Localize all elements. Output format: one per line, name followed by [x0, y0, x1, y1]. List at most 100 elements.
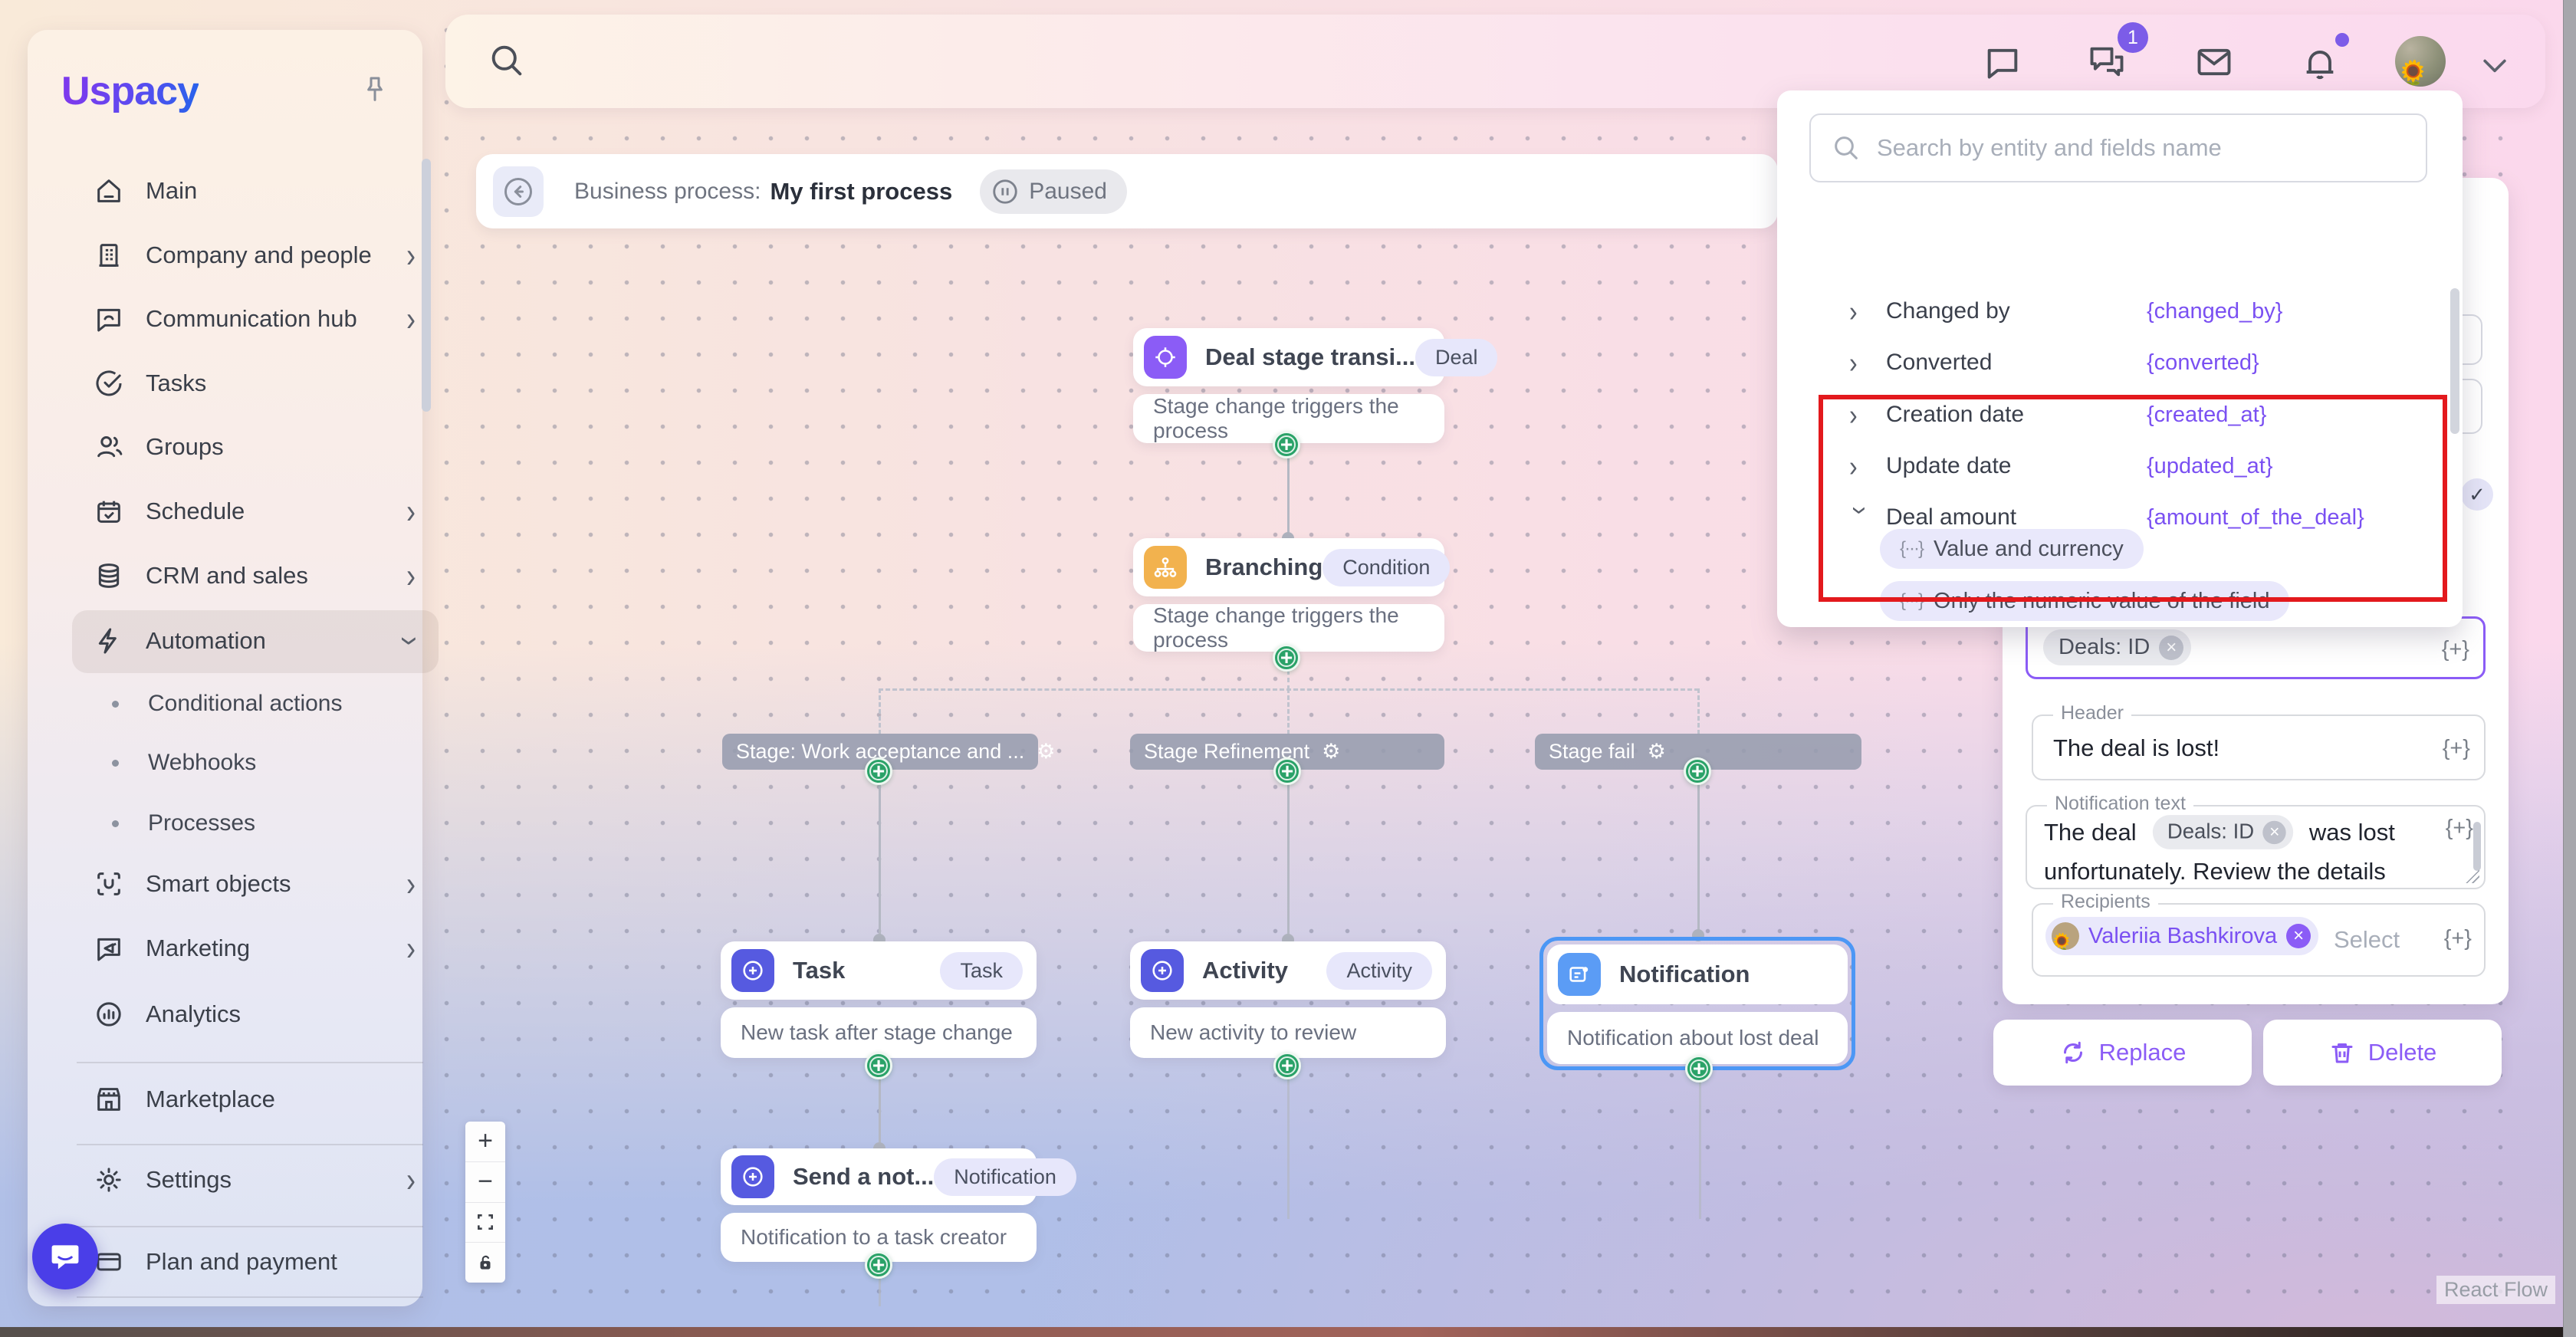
process-label: Business process: — [574, 179, 761, 205]
storefront-icon — [94, 1084, 124, 1115]
node-notification[interactable]: Notification — [1547, 944, 1848, 1004]
zoom-out-button[interactable]: − — [465, 1162, 505, 1203]
sidebar-item-main[interactable]: Main — [77, 163, 434, 218]
add-step-button[interactable]: + — [865, 757, 892, 785]
pause-icon — [991, 177, 1020, 206]
support-chat-button[interactable] — [32, 1224, 98, 1289]
page-scrollbar[interactable] — [2563, 0, 2576, 1337]
edge-branch-junction — [1287, 670, 1290, 690]
comment-icon[interactable] — [1983, 42, 2022, 82]
header-value[interactable]: The deal is lost! — [2053, 734, 2220, 762]
add-step-button[interactable]: + — [865, 1052, 892, 1079]
sidebar-item-smart-objects[interactable]: Smart objects › — [77, 856, 434, 912]
avatar[interactable]: 🌻 — [2395, 36, 2446, 87]
insert-variable-button[interactable]: {+} — [2444, 926, 2472, 951]
mail-icon[interactable] — [2194, 42, 2234, 82]
chevron-right-icon[interactable]: › — [1849, 294, 1872, 328]
edge-trigger-branching — [1287, 448, 1290, 537]
sidebar-item-processes[interactable]: Processes — [112, 799, 434, 848]
replace-button[interactable]: Replace — [1993, 1020, 2252, 1086]
gear-icon[interactable]: ⚙ — [1037, 740, 1055, 764]
node-branching[interactable]: Branching Condition — [1133, 538, 1444, 596]
add-step-button[interactable]: + — [1685, 1055, 1713, 1082]
sidebar-item-communication-hub[interactable]: Communication hub › — [77, 291, 434, 347]
field-row-converted[interactable]: › Converted {converted} — [1777, 337, 2463, 388]
notification-text-label: Notification text — [2047, 793, 2193, 815]
fit-view-button[interactable] — [465, 1203, 505, 1243]
chevron-right-icon: › — [406, 235, 416, 276]
add-step-button[interactable]: + — [1684, 757, 1711, 785]
dropdown-scrollbar[interactable] — [2450, 288, 2459, 434]
profile-chevron-down-icon[interactable] — [2478, 48, 2512, 82]
sidebar-item-conditional-actions[interactable]: Conditional actions — [112, 679, 434, 728]
notification-text-content[interactable]: The deal Deals: ID × was lost unfortunat… — [2044, 814, 2443, 885]
remove-chip-icon[interactable]: × — [2159, 636, 2183, 660]
uspacy-logo[interactable]: Uspacy — [61, 68, 199, 114]
insert-variable-button[interactable]: {+} — [2446, 816, 2473, 841]
sidebar-item-automation[interactable]: Automation › — [77, 613, 434, 668]
gear-icon[interactable]: ⚙ — [1322, 740, 1340, 764]
recipients-field[interactable]: Recipients 🌻 Valeriia Bashkirova × Selec… — [2032, 903, 2486, 977]
node-badge: Notification — [934, 1158, 1076, 1196]
notification-card-icon — [1558, 953, 1601, 996]
sidebar-item-marketplace[interactable]: Marketplace — [77, 1072, 434, 1127]
field-row-changed-by[interactable]: › Changed by {changed_by} — [1777, 286, 2463, 337]
add-step-button[interactable]: + — [865, 1251, 892, 1279]
fields-search-input[interactable]: Search by entity and fields name — [1809, 113, 2427, 182]
recipient-chip[interactable]: 🌻 Valeriia Bashkirova × — [2045, 917, 2318, 955]
add-step-button[interactable]: + — [1273, 431, 1300, 458]
sidebar-item-company-and-people[interactable]: Company and people › — [77, 228, 434, 283]
node-subtitle-text: New task after stage change — [741, 1020, 1013, 1045]
zoom-in-button[interactable]: + — [465, 1122, 505, 1162]
sidebar-item-groups[interactable]: Groups — [77, 419, 434, 475]
field-token[interactable]: {changed_by} — [2147, 299, 2282, 324]
node-title: Activity — [1202, 957, 1288, 984]
node-subtitle-text: Notification about lost deal — [1567, 1026, 1819, 1050]
chevron-right-icon: › — [406, 491, 416, 532]
header-field[interactable]: Header The deal is lost! {+} — [2032, 714, 2486, 780]
node-deal-stage-trigger[interactable]: Deal stage transi... Deal — [1133, 328, 1444, 386]
add-step-button[interactable]: + — [1273, 1052, 1301, 1079]
chevron-right-icon: › — [406, 299, 416, 340]
add-step-button[interactable]: + — [1273, 757, 1301, 785]
sidebar-item-plan-and-payment[interactable]: Plan and payment — [77, 1234, 434, 1289]
node-send-notification[interactable]: Send a not... Notification — [721, 1148, 1037, 1205]
sidebar-item-schedule[interactable]: Schedule › — [77, 484, 434, 539]
confirm-check-icon[interactable]: ✓ — [2461, 478, 2493, 511]
lightning-icon — [94, 626, 124, 656]
sidebar-item-marketing[interactable]: Marketing › — [77, 921, 434, 976]
recipients-select-placeholder[interactable]: Select — [2334, 926, 2400, 954]
chats-icon[interactable] — [2087, 42, 2127, 82]
back-button[interactable] — [493, 166, 544, 217]
field-scrollbar[interactable] — [2473, 822, 2481, 871]
resize-handle[interactable] — [2466, 869, 2479, 883]
notif-chip[interactable]: Deals: ID × — [2152, 815, 2293, 849]
lock-button[interactable] — [465, 1243, 505, 1283]
sidebar-item-crm-and-sales[interactable]: CRM and sales › — [77, 548, 434, 603]
react-flow-attribution[interactable]: React Flow — [2436, 1276, 2555, 1304]
sidebar-item-analytics[interactable]: Analytics — [77, 987, 434, 1042]
sidebar-item-tasks[interactable]: Tasks — [77, 356, 434, 411]
sidebar-item-settings[interactable]: Settings › — [77, 1152, 434, 1207]
sidebar-item-label: Processes — [148, 810, 255, 836]
sidebar-item-webhooks[interactable]: Webhooks — [112, 738, 434, 787]
field-token[interactable]: {converted} — [2147, 350, 2259, 376]
gear-icon[interactable]: ⚙ — [1648, 740, 1666, 764]
chevron-right-icon[interactable]: › — [1849, 346, 1872, 379]
remove-chip-icon[interactable]: × — [2286, 924, 2311, 948]
insert-variable-button[interactable]: {+} — [2443, 736, 2470, 761]
chevron-down-icon: › — [391, 636, 432, 646]
delete-button[interactable]: Delete — [2263, 1020, 2502, 1086]
global-search-icon[interactable] — [487, 41, 527, 80]
node-activity[interactable]: Activity Activity — [1130, 941, 1446, 1000]
add-step-button[interactable]: + — [1273, 644, 1300, 672]
insert-variable-button[interactable]: {+} — [2442, 637, 2469, 662]
node-title: Task — [793, 957, 845, 984]
remove-chip-icon[interactable]: × — [2262, 820, 2285, 843]
entity-id-chip[interactable]: Deals: ID × — [2043, 629, 2191, 665]
edge-to-stage3 — [1697, 688, 1700, 734]
pin-icon[interactable] — [360, 74, 390, 105]
node-task[interactable]: Task Task — [721, 941, 1037, 1000]
bell-icon[interactable] — [2300, 42, 2340, 82]
notification-text-field[interactable]: Notification text The deal Deals: ID × w… — [2026, 805, 2486, 889]
